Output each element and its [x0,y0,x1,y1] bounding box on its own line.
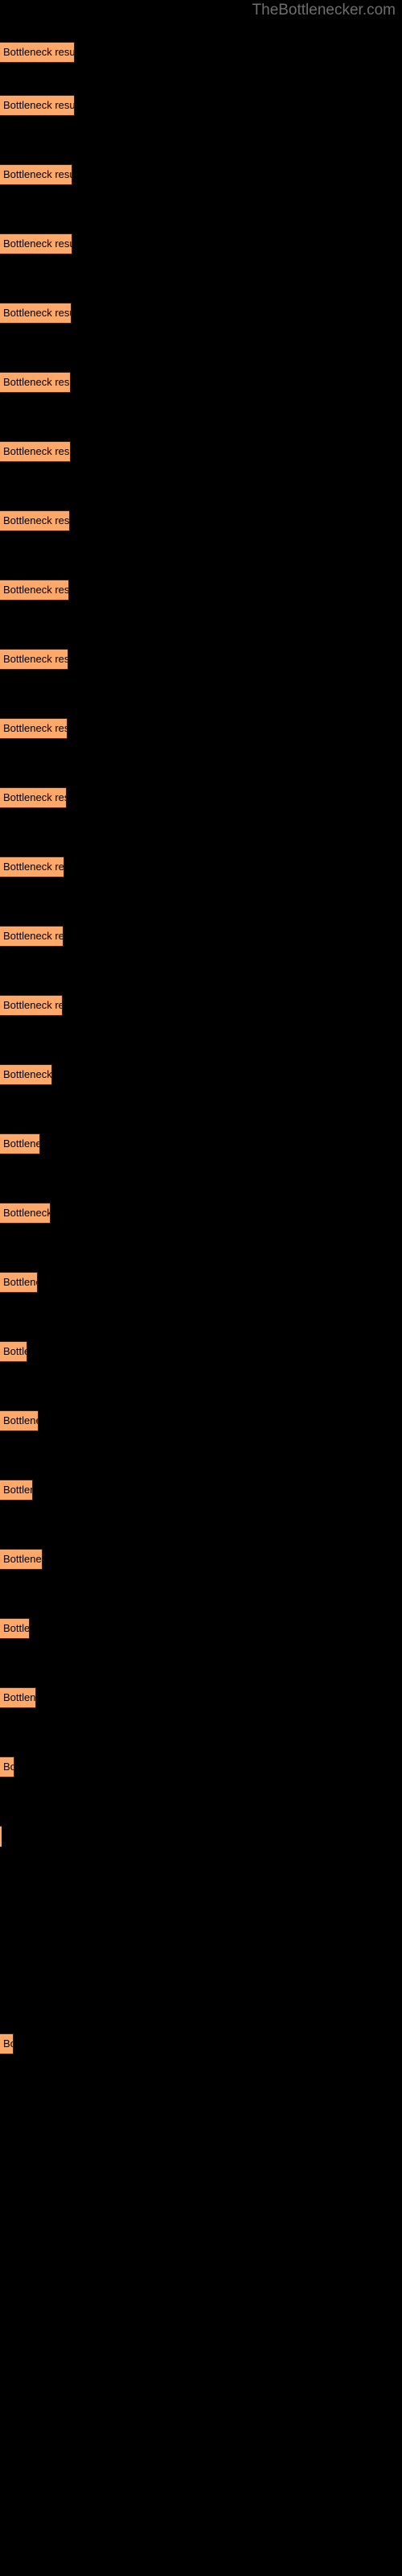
bar[interactable]: Bottleneck result [0,164,72,185]
bar-label: Bottleneck result [3,376,70,388]
bar-label: Bottleneck result [3,722,67,734]
bar-label: Bottleneck result [3,1622,30,1634]
bar-label: Bottleneck result [3,2037,13,2050]
bar-label: Bottleneck result [3,307,71,319]
site-watermark: TheBottlenecker.com [252,2,396,19]
bar-label: Bottleneck result [3,653,68,665]
bar[interactable]: Bottleneck result [0,1133,40,1154]
bar-label: Bottleneck result [3,791,66,803]
bar-label: Bottleneck result [3,1553,42,1565]
bar[interactable]: Bottleneck result [0,1410,39,1431]
bar[interactable]: Bottleneck result [0,1272,38,1293]
bar[interactable]: Bottleneck result [0,1826,2,1847]
bar[interactable]: Bottleneck result [0,1203,51,1224]
bar-label: Bottleneck result [3,1761,14,1773]
bar-label: Bottleneck result [3,514,70,526]
bar[interactable]: Bottleneck result [0,649,68,670]
bar[interactable]: Bottleneck result [0,441,71,462]
bar-label: Bottleneck result [3,861,64,873]
bar[interactable]: Bottleneck result [0,1341,27,1362]
bar[interactable]: Bottleneck result [0,1480,33,1501]
bar-label: Bottleneck result [3,1207,51,1219]
bar[interactable]: Bottleneck result [0,1549,43,1570]
bar-label: Bottleneck result [3,445,70,457]
bar[interactable]: Bottleneck result [0,510,70,531]
bar[interactable]: Bottleneck result [0,1687,36,1708]
bar-label: Bottleneck result [3,584,69,596]
bar[interactable]: Bottleneck result [0,926,64,947]
bar-label: Bottleneck result [3,1484,32,1496]
bar[interactable]: Bottleneck result [0,303,72,324]
bar[interactable]: Bottleneck result [0,857,64,877]
bar-label: Bottleneck result [3,1414,38,1426]
bar[interactable]: Bottleneck result [0,2033,14,2054]
bar-label: Bottleneck result [3,99,75,111]
bar[interactable]: Bottleneck result [0,233,72,254]
bar[interactable]: Bottleneck result [0,95,75,116]
bar[interactable]: Bottleneck result [0,995,63,1016]
bar[interactable]: Bottleneck result [0,1064,52,1085]
bar-label: Bottleneck result [3,46,75,58]
bar-label: Bottleneck result [3,1691,36,1703]
bar-label: Bottleneck result [3,930,63,942]
bar[interactable]: Bottleneck result [0,580,69,601]
bottleneck-chart: Bottleneck result Bottleneck result Bottle… [0,0,402,2576]
bar-label: Bottleneck result [3,237,72,250]
bar[interactable]: Bottleneck result [0,42,75,63]
bar-label: Bottleneck result [3,1345,27,1357]
bar[interactable]: Bottleneck result [0,372,71,393]
bar[interactable]: Bottleneck result [0,787,67,808]
bar-label: Bottleneck result [3,1137,39,1150]
bar-label: Bottleneck result [3,168,72,180]
bar[interactable]: Bottleneck result [0,1757,14,1777]
bar-label: Bottleneck result [3,999,62,1011]
bar[interactable]: Bottleneck result [0,718,68,739]
bar-label: Bottleneck result [3,1068,52,1080]
bar[interactable]: Bottleneck result [0,1618,30,1639]
plot-area: Bottleneck result Bottleneck result Bottle… [0,0,402,2576]
bar-label: Bottleneck result [3,1276,37,1288]
